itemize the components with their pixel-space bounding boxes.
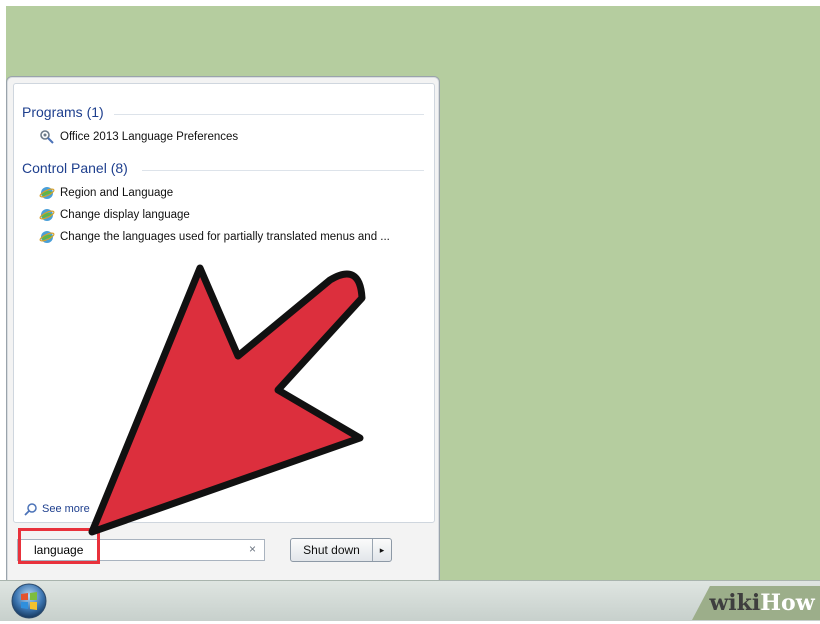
- start-button[interactable]: [10, 582, 48, 620]
- result-label: Office 2013 Language Preferences: [60, 131, 239, 143]
- search-box-highlight: [18, 528, 100, 564]
- watermark-wiki: wiki: [709, 590, 761, 616]
- control-panel-globe-icon: [38, 185, 56, 201]
- see-more-label: See more: [42, 503, 90, 515]
- wikihow-watermark: wiki How: [692, 586, 820, 620]
- control-panel-globe-icon: [38, 207, 56, 223]
- programs-group-header[interactable]: Programs (1): [22, 104, 104, 120]
- start-menu: Programs (1) Office 2013 Language Prefer…: [6, 76, 440, 582]
- shut-down-button[interactable]: Shut down ▸: [290, 538, 392, 562]
- search-results-pane: Programs (1) Office 2013 Language Prefer…: [13, 83, 435, 523]
- result-label: Change the languages used for partially …: [60, 231, 390, 243]
- clear-search-icon[interactable]: ×: [249, 542, 256, 556]
- watermark-how: How: [760, 590, 815, 616]
- see-more-results-link[interactable]: See more: [24, 502, 90, 516]
- control-panel-globe-icon: [38, 229, 56, 245]
- control-panel-group-header[interactable]: Control Panel (8): [22, 160, 128, 176]
- shut-down-label: Shut down: [291, 539, 373, 561]
- windows-logo-icon: [11, 583, 47, 619]
- result-office-language-preferences[interactable]: Office 2013 Language Preferences: [38, 128, 238, 146]
- result-change-display-language[interactable]: Change display language: [38, 206, 190, 224]
- result-label: Region and Language: [60, 187, 174, 199]
- control-panel-divider: [142, 170, 424, 171]
- result-region-and-language[interactable]: Region and Language: [38, 184, 173, 202]
- search-icon: [24, 502, 38, 516]
- result-change-translated-menus-languages[interactable]: Change the languages used for partially …: [38, 228, 390, 246]
- office-settings-icon: [38, 129, 56, 145]
- result-label: Change display language: [60, 209, 190, 221]
- shut-down-options-arrow-icon[interactable]: ▸: [373, 539, 391, 561]
- programs-divider: [114, 114, 424, 115]
